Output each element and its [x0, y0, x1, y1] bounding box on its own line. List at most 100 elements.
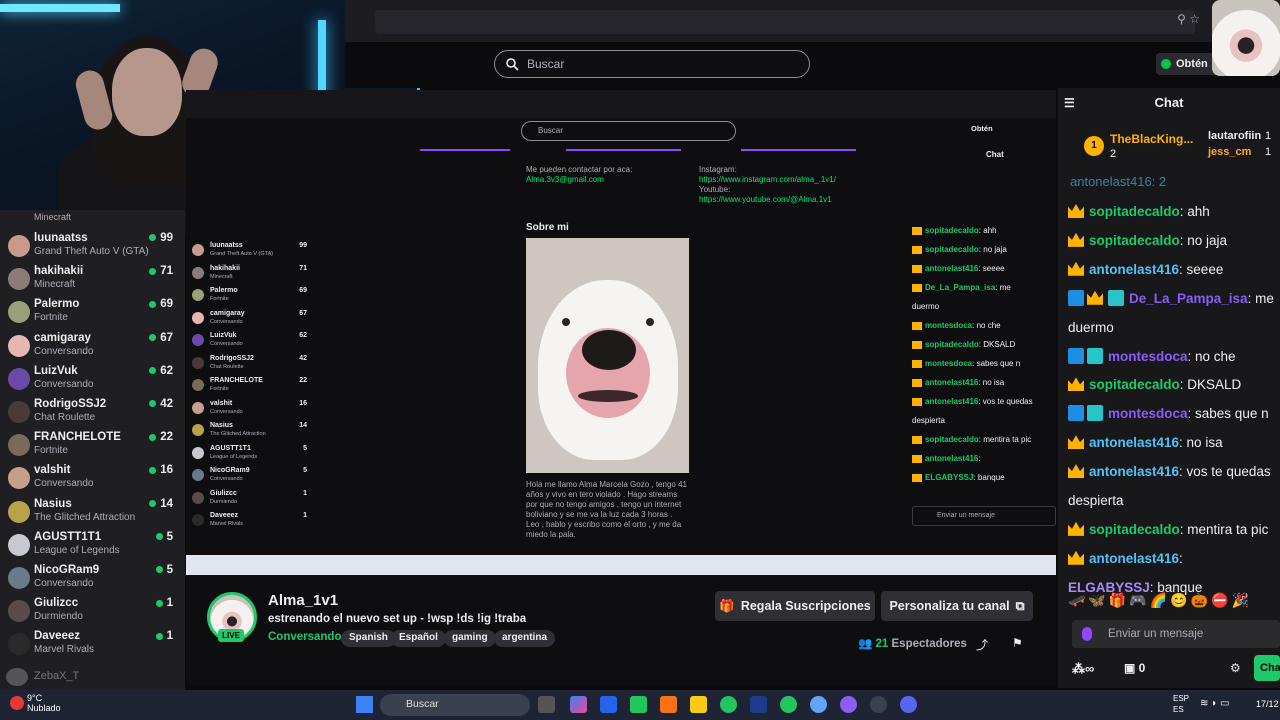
sidebar-channel-item[interactable]: camigaray Conversando 67	[6, 332, 181, 364]
gear-icon[interactable]: ⚙	[1230, 661, 1241, 675]
avatar	[8, 301, 30, 324]
chat-send-button[interactable]: Cha	[1254, 655, 1280, 681]
customize-channel-button[interactable]: Personaliza tu canal ⧉	[881, 591, 1033, 621]
inner-sidebar-item: AGUSTT1T1 League of Legends 5	[192, 445, 307, 467]
sidebar-channel-item[interactable]: luunaatss Grand Theft Auto V (GTA) 99	[6, 232, 181, 264]
copilot-icon[interactable]	[570, 696, 587, 713]
about-image-dog	[526, 238, 689, 473]
external-link-icon: ⧉	[1015, 598, 1025, 613]
crown-badge-icon	[912, 359, 922, 368]
obs-studio-icon[interactable]	[870, 696, 887, 713]
sidebar-channel-item[interactable]: RodrigoSSJ2 Chat Roulette 42	[6, 398, 181, 430]
language-indicator[interactable]: ESP ES	[1173, 693, 1189, 715]
discord-icon[interactable]	[900, 696, 917, 713]
sidebar-channel-item[interactable]: Nasius The Glitched Attraction 14	[6, 498, 181, 530]
inner-chat-user: sopitadecaldo	[925, 340, 979, 349]
sidebar-channel-item[interactable]: Daveeez Marvel Rivals 1	[6, 630, 181, 662]
report-icon[interactable]: ⚑	[1012, 636, 1023, 650]
tag[interactable]: argentina	[494, 630, 556, 647]
chat-username[interactable]: sopitadecaldo	[1089, 204, 1180, 219]
sidebar-channel-item[interactable]: NicoGRam9 Conversando 5	[6, 564, 181, 596]
channel-name: luunaatss	[34, 232, 88, 244]
sidebar-channel-item[interactable]: Giulizcc Durmiendo 1	[6, 597, 181, 629]
instagram-label: Instagram:	[699, 165, 737, 174]
windows-start-icon[interactable]	[356, 696, 373, 713]
inner-chat-line: sopitadecaldo: DKSALD	[912, 340, 1015, 349]
clock[interactable]: 17/12	[1256, 699, 1279, 709]
gifter-name[interactable]: lautarofiin	[1208, 130, 1261, 142]
user-avatar[interactable]	[1212, 0, 1280, 76]
task-view-icon[interactable]	[538, 696, 555, 713]
sub-badge-icon	[1108, 289, 1124, 306]
chat-username[interactable]: antonelast416	[1089, 435, 1179, 450]
gift-subs-button[interactable]: 🎁 Regala Suscripciones	[715, 591, 875, 621]
tag[interactable]: Spanish	[341, 630, 396, 647]
address-bar[interactable]	[375, 10, 1195, 34]
inner-channel-game: Durmiendo	[210, 498, 237, 505]
sidebar-channel-item[interactable]: LuizVuk Conversando 62	[6, 365, 181, 397]
store-icon[interactable]	[600, 696, 617, 713]
xbox-icon[interactable]	[630, 696, 647, 713]
chat-username[interactable]: sopitadecaldo	[1089, 377, 1180, 392]
chat-input[interactable]: Enviar un mensaje	[1072, 620, 1280, 648]
avatar	[8, 467, 30, 490]
gifter-name[interactable]: jess_cm	[1208, 146, 1251, 158]
chat-username[interactable]: montesdoca	[1108, 406, 1188, 421]
zoom-icon[interactable]: ⚲ ☆	[1177, 12, 1200, 26]
spotify-icon[interactable]	[780, 696, 797, 713]
gifter-amount: 2	[1110, 148, 1117, 160]
inner-chat-user: montesdoca	[925, 321, 973, 330]
tag[interactable]: gaming	[444, 630, 496, 647]
search-input[interactable]: Buscar	[494, 50, 810, 78]
sidebar-channel-item[interactable]: FRANCHELOTE Fortnite 22	[6, 431, 181, 463]
weather-widget[interactable]: 9°C Nublado	[27, 693, 61, 713]
sidebar-channel-item[interactable]: Palermo Fortnite 69	[6, 298, 181, 330]
bio-line: años y vivo en tero violado . Hago strea…	[526, 490, 678, 499]
channel-points[interactable]: ▣ 0	[1124, 661, 1145, 675]
tag[interactable]: Español	[391, 630, 446, 647]
channel-name[interactable]: Alma_1v1	[268, 592, 338, 609]
chat-username[interactable]: montesdoca	[1108, 349, 1188, 364]
obs-icon[interactable]	[840, 696, 857, 713]
weather-alert-icon[interactable]	[10, 696, 24, 710]
chat-username[interactable]: sopitadecaldo	[1089, 233, 1180, 248]
partial-message: antonelast416: 2	[1070, 174, 1167, 189]
folder-icon[interactable]	[690, 696, 707, 713]
sidebar-channel-item[interactable]: hakihakii Minecraft 71	[6, 265, 181, 297]
inner-channel-name: valshit	[210, 399, 233, 407]
emote-bar[interactable]: 🛹🦋🎁🎮🌈😊🎃⛔🎉	[1068, 592, 1252, 609]
inner-chat-line: antonelast416:	[912, 454, 981, 463]
crown-badge-icon	[1068, 204, 1084, 218]
sidebar-channel-item[interactable]: AGUSTT1T1 League of Legends 5	[6, 531, 181, 563]
chat-username[interactable]: sopitadecaldo	[1089, 522, 1180, 537]
taskbar-search[interactable]: Buscar	[380, 694, 530, 716]
chat-username[interactable]: De_La_Pampa_isa	[1129, 291, 1248, 306]
chat-username[interactable]: antonelast416	[1089, 464, 1179, 479]
inner-chat-line: sopitadecaldo: no jaja	[912, 245, 1007, 254]
viewer-count: 99	[149, 232, 173, 244]
avatar[interactable]	[6, 668, 28, 686]
gift-subs-label: Regala Suscripciones	[740, 599, 871, 613]
stream-category[interactable]: Conversando	[268, 631, 342, 643]
microphone-icon[interactable]	[1082, 627, 1092, 641]
share-icon[interactable]: ⤴	[976, 636, 988, 653]
gifter-name[interactable]: TheBlacKing...	[1110, 132, 1193, 146]
app-icon[interactable]	[660, 696, 677, 713]
inner-channel-game: Conversando	[210, 408, 243, 415]
sidebar-channel-item[interactable]: valshit Conversando 16	[6, 464, 181, 496]
inner-viewer-count: 99	[299, 242, 307, 249]
panel-divider	[566, 148, 681, 151]
chrome-icon[interactable]	[810, 696, 827, 713]
whatsapp-icon[interactable]	[720, 696, 737, 713]
chat-username[interactable]: antonelast416	[1089, 551, 1179, 566]
partial-channel-name[interactable]: ZebaX_T	[34, 670, 79, 682]
chat-text: : DKSALD	[1179, 377, 1242, 393]
infinity-points-icon[interactable]: ⁂∞	[1072, 661, 1094, 677]
viewer-count: 14	[149, 498, 173, 510]
chat-username[interactable]: antonelast416	[1089, 262, 1179, 277]
inner-chat-text: despierta	[912, 416, 945, 425]
collapse-chat-icon[interactable]: ☰	[1064, 88, 1075, 118]
tray-icons[interactable]: ≋ ◗ ▭	[1200, 698, 1229, 709]
steam-icon[interactable]	[750, 696, 767, 713]
inner-chat-line: antonelast416: vos te quedas	[912, 397, 1033, 406]
